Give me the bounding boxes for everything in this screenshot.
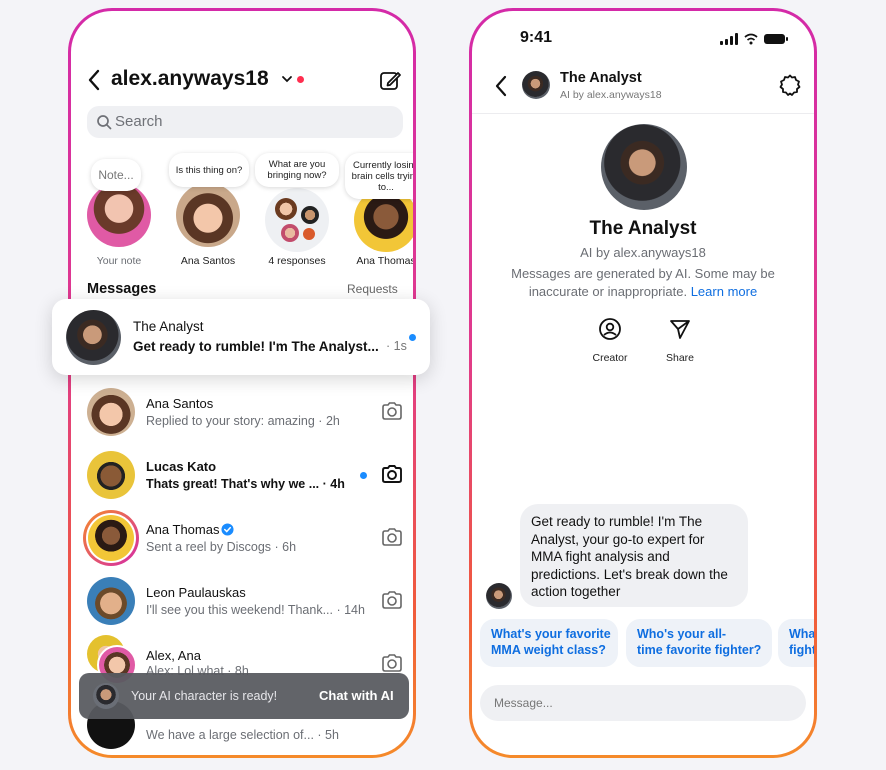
ai-ready-toast: Your AI character is ready! Chat with AI: [79, 673, 409, 719]
back-arrow-icon[interactable]: [87, 69, 101, 91]
conversation-row[interactable]: Ana Thomas Sent a reel by Discogs · 6h: [71, 507, 413, 567]
chevron-down-icon[interactable]: [281, 74, 293, 84]
conversation-row[interactable]: Ana Santos Replied to your story: amazin…: [71, 381, 413, 441]
learn-more-link[interactable]: Learn more: [691, 284, 757, 299]
conversation-preview: Get ready to rumble! I'm The Analyst...: [133, 339, 379, 354]
camera-icon[interactable]: [381, 401, 403, 421]
messages-heading: Messages: [87, 281, 157, 297]
compose-icon[interactable]: [378, 69, 402, 93]
message-placeholder: Message...: [494, 696, 553, 710]
note-label-ana-santos: Ana Santos: [180, 255, 236, 267]
chat-screen: 9:41 The Analyst AI by alex.anyways18 Th…: [472, 11, 814, 755]
camera-icon[interactable]: [381, 590, 403, 610]
person-circle-icon[interactable]: [598, 317, 622, 341]
note-avatar-group[interactable]: [265, 188, 329, 252]
message-preview: Thats great! That's why we ... · 4h: [146, 477, 345, 491]
chip-line: What's your favorite: [491, 627, 611, 641]
conversation-row[interactable]: Lucas Kato Thats great! That's why we ..…: [71, 444, 413, 504]
avatar-photo: [88, 515, 134, 561]
chip-line: MMA weight class?: [491, 643, 606, 657]
status-time: 9:41: [520, 29, 553, 46]
avatar: [87, 388, 135, 436]
inbox-screen: alex.anyways18 Search Note... Your note …: [71, 11, 413, 755]
avatar: [87, 451, 135, 499]
chat-subtitle: AI by alex.anyways18: [560, 89, 662, 101]
message-input[interactable]: Message...: [480, 685, 806, 721]
analyst-avatar: [66, 310, 121, 365]
chip-line: What: [789, 627, 814, 641]
note-bubble-group[interactable]: What are you bringing now?: [255, 153, 339, 187]
message-preview: Sent a reel by Discogs · 6h: [146, 540, 297, 554]
search-input[interactable]: Search: [87, 106, 403, 138]
contact-name: Ana Thomas: [146, 522, 220, 537]
camera-icon[interactable]: [381, 653, 403, 673]
send-icon[interactable]: [668, 317, 692, 341]
toast-avatar: [93, 683, 119, 709]
note-label-your-note: Your note: [96, 255, 142, 267]
search-icon: [97, 115, 112, 130]
chat-title[interactable]: The Analyst: [560, 70, 642, 86]
chat-with-ai-button[interactable]: Chat with AI: [319, 688, 394, 703]
note-avatar-your-note[interactable]: [87, 183, 151, 247]
conversation-row[interactable]: Leon Paulauskas I'll see you this weeken…: [71, 570, 413, 630]
profile-creator: AI by alex.anyways18: [580, 245, 706, 260]
contact-name: Lucas Kato: [146, 459, 217, 474]
search-placeholder: Search: [115, 113, 163, 130]
avatar: [87, 577, 135, 625]
contact-name: Alex, Ana: [146, 648, 201, 663]
verified-badge-icon: [221, 523, 234, 536]
chip-line: Who's your all-: [637, 627, 727, 641]
ai-disclaimer: Messages are generated by AI. Some may b…: [492, 265, 794, 301]
header-avatar[interactable]: [522, 71, 550, 99]
note-bubble-ana-santos[interactable]: Is this thing on?: [169, 153, 249, 187]
ai-message-bubble: Get ready to rumble! I'm The Analyst, yo…: [520, 504, 748, 607]
inbox-phone-frame: alex.anyways18 Search Note... Your note …: [68, 8, 416, 758]
gear-icon[interactable]: [778, 73, 802, 97]
message-preview: We have a large selection of... · 5h: [146, 728, 339, 742]
camera-icon[interactable]: [381, 464, 403, 484]
message-preview: I'll see you this weekend! Thank... · 14…: [146, 603, 365, 617]
note-avatar-ana-santos[interactable]: [176, 183, 240, 247]
back-arrow-icon[interactable]: [494, 75, 508, 97]
message-avatar: [486, 583, 512, 609]
conversation-time: · 1s: [386, 339, 407, 353]
account-username[interactable]: alex.anyways18: [111, 67, 269, 91]
chip-line: time favorite fighter?: [637, 643, 762, 657]
share-label[interactable]: Share: [650, 352, 710, 364]
chat-phone-frame: 9:41 The Analyst AI by alex.anyways18 Th…: [469, 8, 817, 758]
header-divider: [472, 113, 814, 114]
note-label-ana-thomas: Ana Thomas: [356, 255, 413, 267]
featured-ai-conversation[interactable]: The Analyst Get ready to rumble! I'm The…: [52, 299, 430, 375]
contact-name: Leon Paulauskas: [146, 585, 246, 600]
requests-link[interactable]: Requests: [347, 282, 398, 296]
conversation-name: The Analyst: [133, 319, 204, 334]
unread-dot: [360, 472, 367, 479]
chip-line: fight: [789, 643, 814, 657]
contact-name: Ana Santos: [146, 396, 214, 411]
suggested-prompt[interactable]: What's your favorite MMA weight class?: [480, 619, 618, 667]
profile-name: The Analyst: [589, 218, 697, 239]
notification-dot: [297, 76, 304, 83]
note-bubble-your-note[interactable]: Note...: [91, 159, 141, 191]
unread-dot: [409, 334, 416, 341]
status-bar-icons: [720, 33, 788, 45]
camera-icon[interactable]: [381, 527, 403, 547]
message-preview: Replied to your story: amazing · 2h: [146, 414, 340, 428]
note-label-group: 4 responses: [268, 255, 326, 267]
suggested-prompt[interactable]: What fight: [778, 619, 814, 667]
suggested-prompt[interactable]: Who's your all- time favorite fighter?: [626, 619, 772, 667]
note-bubble-ana-thomas[interactable]: Currently losing brain cells trying to..…: [345, 153, 413, 199]
toast-message: Your AI character is ready!: [131, 689, 278, 703]
creator-label[interactable]: Creator: [580, 352, 640, 364]
profile-avatar[interactable]: [601, 124, 687, 210]
